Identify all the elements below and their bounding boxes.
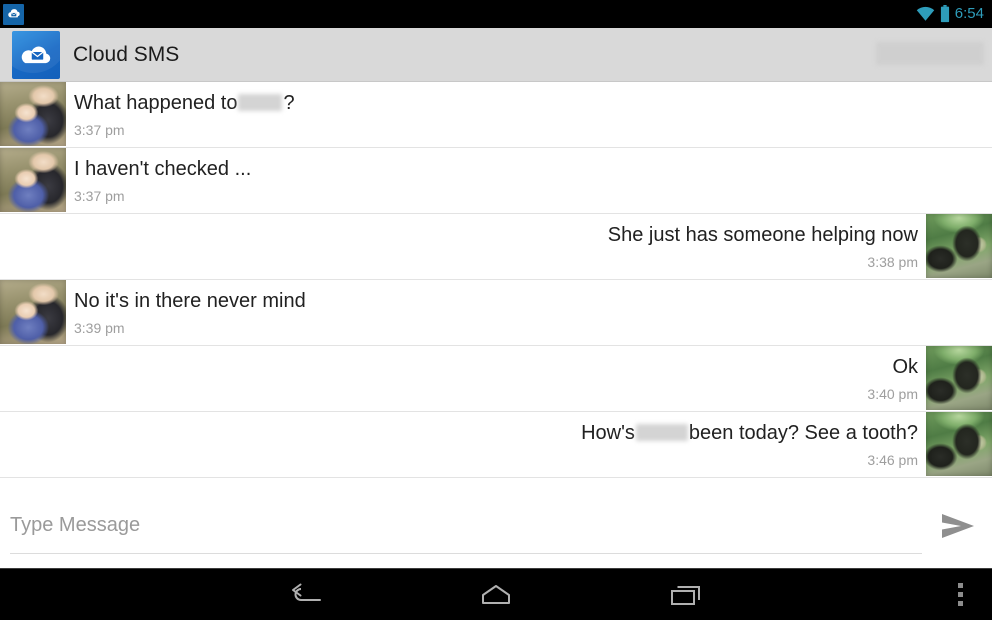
android-navigation-bar [0, 568, 992, 620]
redacted-contact-name [876, 42, 984, 65]
message-input[interactable]: Type Message [10, 498, 922, 554]
message-text-segment: Ok [892, 356, 918, 378]
message-row[interactable]: She just has someone helping now 3:38 pm [0, 214, 992, 280]
avatar[interactable] [926, 346, 992, 410]
cloud-notification-icon [3, 3, 24, 25]
status-bar-clock: 6:54 [954, 5, 984, 22]
cloud-sms-app-icon[interactable] [12, 30, 60, 79]
nav-button-cluster [0, 575, 992, 615]
redacted-name [238, 94, 283, 111]
message-input-placeholder: Type Message [10, 514, 141, 536]
message-text-segment: What happened to [74, 92, 238, 114]
redacted-name [635, 424, 688, 441]
message-text: What happened to ? [74, 91, 295, 116]
message-timestamp: 3:37 pm [74, 188, 125, 204]
wifi-icon [916, 6, 935, 21]
avatar[interactable] [926, 412, 992, 476]
message-text-segment: She just has someone helping now [607, 224, 918, 246]
message-bubble: How's been today? See a tooth? 3:46 pm [571, 412, 918, 476]
message-bubble: What happened to ? 3:37 pm [74, 82, 305, 146]
message-text: Ok [892, 355, 918, 380]
overflow-menu-icon [957, 601, 963, 606]
message-row[interactable]: Ok 3:40 pm [0, 346, 992, 412]
android-screen: 6:54 Cloud SMS What happened to ? 3:37 pm… [0, 0, 992, 620]
battery-icon [940, 5, 949, 23]
message-text: How's been today? See a tooth? [581, 421, 918, 446]
back-button[interactable] [276, 575, 336, 615]
message-row[interactable]: I haven't checked ... 3:37 pm [0, 148, 992, 214]
message-text-segment: No it's in there never mind [74, 290, 306, 312]
message-row[interactable]: How's been today? See a tooth? 3:46 pm [0, 412, 992, 478]
status-bar: 6:54 [0, 0, 992, 28]
message-bubble: Ok 3:40 pm [857, 346, 918, 410]
status-bar-notifications [3, 3, 24, 25]
message-text-segment: I haven't checked ... [74, 158, 252, 180]
overflow-menu-button[interactable] [940, 573, 980, 617]
message-thread[interactable]: What happened to ? 3:37 pm I haven't check… [0, 82, 992, 483]
avatar[interactable] [0, 148, 66, 212]
recent-apps-icon [671, 585, 700, 605]
message-text-segment: been today? See a tooth? [688, 422, 918, 444]
message-text: She just has someone helping now [608, 223, 918, 248]
message-text: I haven't checked ... [74, 157, 251, 182]
back-arrow-icon [292, 583, 321, 601]
send-button[interactable] [936, 506, 980, 546]
overflow-menu-icon [957, 583, 963, 588]
status-bar-system-icons: 6:54 [916, 5, 984, 23]
compose-bar: Type Message [0, 483, 992, 568]
message-timestamp: 3:39 pm [74, 320, 125, 336]
message-bubble: I haven't checked ... 3:37 pm [74, 148, 261, 212]
message-timestamp: 3:38 pm [867, 254, 918, 270]
overflow-menu-icon [957, 592, 963, 597]
recent-apps-button[interactable] [656, 575, 716, 615]
avatar[interactable] [926, 214, 992, 278]
message-text: No it's in there never mind [74, 289, 306, 314]
home-button[interactable] [466, 575, 526, 615]
send-arrow-icon [942, 514, 974, 538]
message-timestamp: 3:37 pm [74, 122, 125, 138]
action-bar: Cloud SMS [0, 28, 992, 82]
message-text-segment: How's [581, 422, 635, 444]
message-row[interactable]: What happened to ? 3:37 pm [0, 82, 992, 148]
home-icon [482, 584, 510, 604]
avatar[interactable] [0, 82, 66, 146]
message-timestamp: 3:46 pm [867, 452, 918, 468]
avatar[interactable] [0, 280, 66, 344]
page-title: Cloud SMS [73, 42, 180, 66]
message-row[interactable]: No it's in there never mind 3:39 pm [0, 280, 992, 346]
message-text-segment: ? [283, 92, 295, 114]
message-bubble: She just has someone helping now 3:38 pm [598, 214, 918, 278]
message-bubble: No it's in there never mind 3:39 pm [74, 280, 316, 344]
message-timestamp: 3:40 pm [867, 386, 918, 402]
